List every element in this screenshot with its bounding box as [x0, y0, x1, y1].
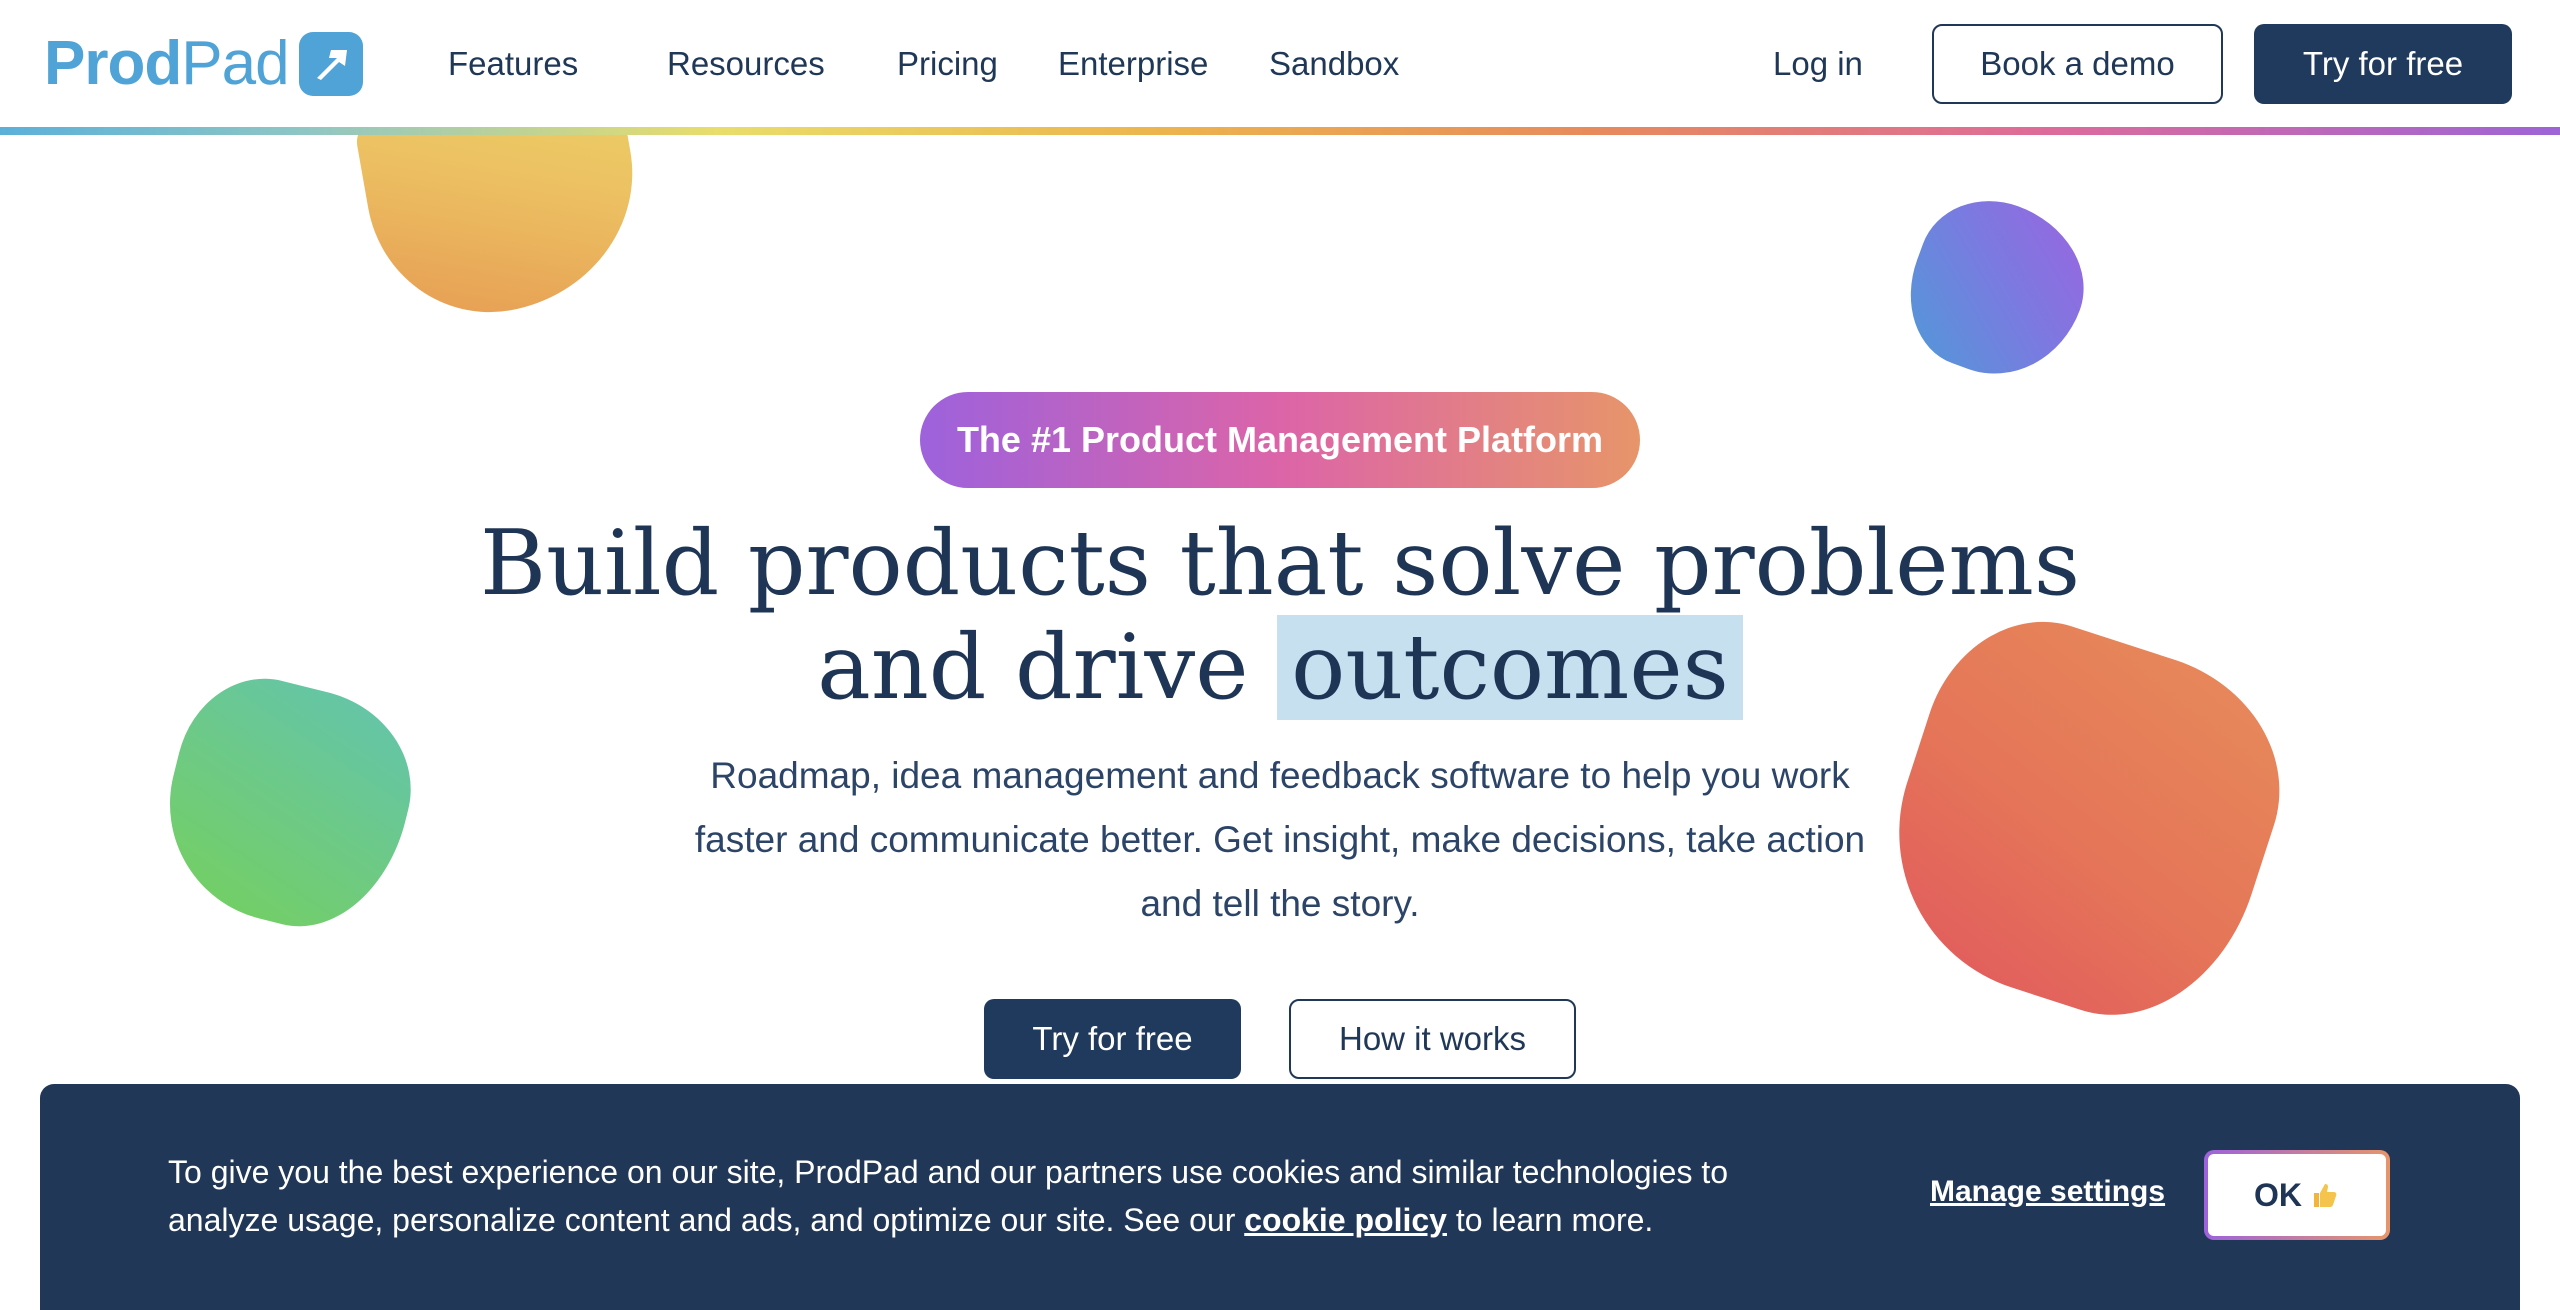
- nav-sandbox[interactable]: Sandbox: [1269, 40, 1399, 88]
- site-header: ProdPad Features Resources Pricing Enter…: [0, 0, 2560, 128]
- header-gradient-divider: [0, 127, 2560, 135]
- hero-title-line2-pre: and drive: [817, 615, 1278, 720]
- login-link[interactable]: Log in: [1773, 40, 1863, 88]
- try-for-free-header-button[interactable]: Try for free: [2254, 24, 2512, 104]
- logo-arrow-icon: [298, 32, 363, 96]
- logo-wordmark: ProdPad: [44, 29, 290, 98]
- prodpad-logo[interactable]: ProdPad: [44, 30, 363, 98]
- hero-title-line1: Build products that solve problems: [479, 511, 2081, 616]
- cookie-text-post: to learn more.: [1446, 1202, 1654, 1238]
- decorative-blob-purple: [1888, 180, 2106, 398]
- hero-subtitle: Roadmap, idea management and feedback so…: [694, 755, 1866, 924]
- nav-pricing[interactable]: Pricing: [897, 40, 998, 88]
- page: ProdPad Features Resources Pricing Enter…: [0, 0, 2560, 1310]
- cookie-banner: To give you the best experience on our s…: [40, 1084, 2520, 1310]
- hero-title: Build products that solve problems and d…: [380, 512, 2180, 720]
- cookie-policy-link[interactable]: cookie policy: [1244, 1202, 1447, 1238]
- try-for-free-hero-button[interactable]: Try for free: [984, 999, 1241, 1079]
- hero-title-highlight: outcomes: [1277, 615, 1743, 720]
- nav-resources[interactable]: Resources: [667, 40, 825, 88]
- cookie-message: To give you the best experience on our s…: [168, 1148, 1808, 1244]
- cookie-ok-button[interactable]: OK: [2204, 1150, 2390, 1240]
- platform-badge: The #1 Product Management Platform: [920, 392, 1640, 488]
- nav-enterprise[interactable]: Enterprise: [1058, 40, 1208, 88]
- book-demo-button[interactable]: Book a demo: [1932, 24, 2223, 104]
- nav-features[interactable]: Features: [448, 40, 578, 88]
- thumbs-up-icon: [2310, 1180, 2340, 1210]
- how-it-works-button[interactable]: How it works: [1289, 999, 1576, 1079]
- ok-label: OK: [2254, 1176, 2302, 1213]
- manage-settings-link[interactable]: Manage settings: [1930, 1172, 2165, 1212]
